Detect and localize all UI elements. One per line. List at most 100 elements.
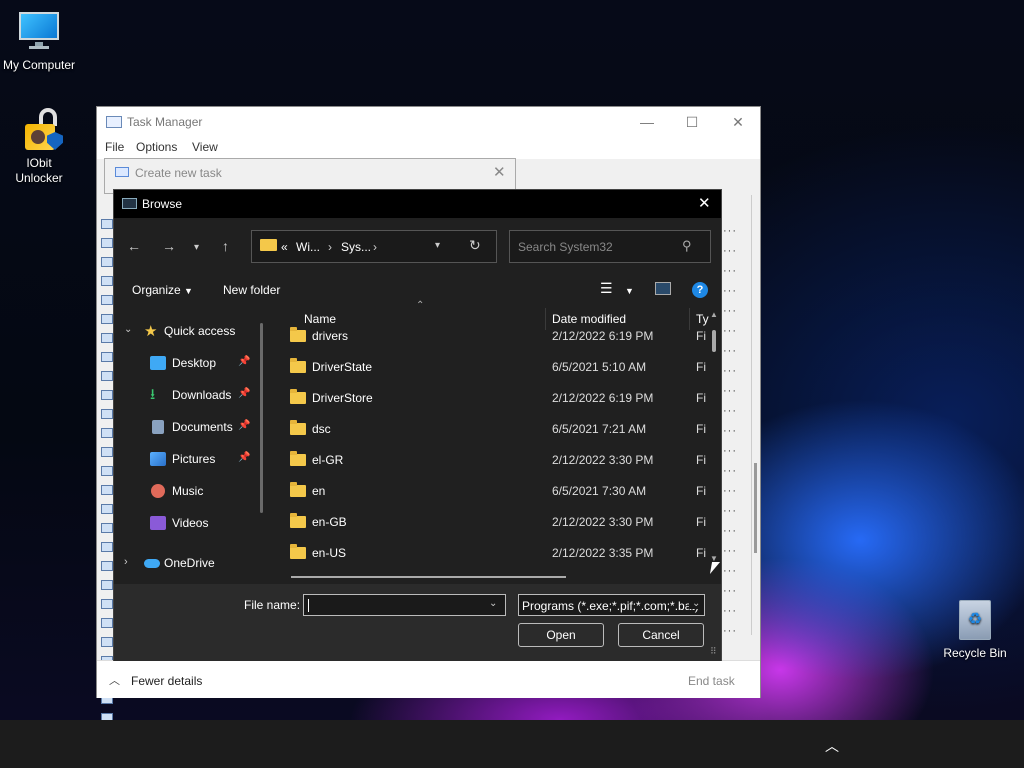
file-name: dsc <box>312 422 331 436</box>
file-row[interactable]: DriverState 6/5/2021 5:10 AM Fi <box>280 358 706 379</box>
file-date: 2/12/2022 6:19 PM <box>552 391 654 405</box>
file-date: 2/12/2022 3:30 PM <box>552 515 654 529</box>
document-icon <box>152 420 164 434</box>
pin-icon[interactable]: 📌 <box>238 388 250 399</box>
column-header-date-modified[interactable]: Date modified <box>552 312 626 326</box>
file-row[interactable]: drivers 2/12/2022 6:19 PM Fi <box>280 327 706 348</box>
folder-icon <box>290 544 306 559</box>
close-icon[interactable]: ✕ <box>698 194 711 212</box>
view-options-icon[interactable]: ☰ <box>600 280 613 297</box>
close-icon[interactable]: ✕ <box>493 163 506 181</box>
file-date: 6/5/2021 7:30 AM <box>552 484 647 498</box>
organize-button[interactable]: Organize ▼ <box>132 283 193 297</box>
help-icon[interactable]: ? <box>692 282 708 298</box>
file-row[interactable]: dsc 6/5/2021 7:21 AM Fi <box>280 420 706 441</box>
star-icon: ★ <box>144 323 158 340</box>
file-type: Fi <box>696 391 706 405</box>
file-list: ⌃ Name Date modified Ty drivers 2/12/202… <box>280 300 718 584</box>
taskbar: ︿ <box>0 720 1024 768</box>
fewer-details-button[interactable]: Fewer details <box>131 674 202 688</box>
file-name: DriverState <box>312 360 373 374</box>
task-manager-footer: ︿ Fewer details End task <box>97 660 760 698</box>
chevron-down-icon[interactable]: ⌄ <box>689 598 701 609</box>
chevron-down-icon[interactable]: ⌄ <box>489 598 497 609</box>
minimize-icon[interactable]: — <box>627 111 667 133</box>
column-divider[interactable] <box>689 308 690 330</box>
column-header-name[interactable]: Name <box>304 312 336 326</box>
folder-icon <box>290 482 306 497</box>
task-manager-icon <box>106 116 122 128</box>
breadcrumb-system32[interactable]: Sys... <box>341 240 371 254</box>
column-divider[interactable] <box>545 308 546 330</box>
scroll-up-arrow-icon[interactable]: ▲ <box>710 310 718 319</box>
end-task-button[interactable]: End task <box>688 674 735 688</box>
folder-icon <box>290 513 306 528</box>
search-box[interactable]: Search System32 ⚲ <box>509 230 711 263</box>
menu-view[interactable]: View <box>192 140 218 154</box>
address-bar[interactable]: « Wi... › Sys... › ▾ ↻ <box>251 230 497 263</box>
breadcrumb-overflow[interactable]: « <box>281 240 288 254</box>
desktop-icon-my-computer[interactable]: My Computer <box>0 10 79 73</box>
file-row[interactable]: el-GR 2/12/2022 3:30 PM Fi <box>280 451 706 472</box>
menu-options[interactable]: Options <box>136 140 177 154</box>
file-type: Fi <box>696 329 706 343</box>
desktop-icon-recycle-bin[interactable]: ♻ Recycle Bin <box>935 598 1015 661</box>
window-title: Task Manager <box>127 115 203 129</box>
tree-item-label: Quick access <box>164 324 236 338</box>
pin-icon[interactable]: 📌 <box>238 356 250 367</box>
file-list-scrollbar-thumb[interactable] <box>712 330 716 352</box>
up-arrow-icon[interactable]: ↑ <box>222 238 229 254</box>
folder-icon <box>290 420 306 435</box>
desktop-icon <box>150 356 166 370</box>
tree-item-label: OneDrive <box>164 556 215 570</box>
forward-arrow-icon[interactable]: → <box>162 238 176 254</box>
search-icon[interactable]: ⚲ <box>682 238 692 254</box>
pin-icon[interactable]: 📌 <box>238 452 250 463</box>
open-button[interactable]: Open <box>518 623 604 647</box>
file-row[interactable]: en-US 2/12/2022 3:35 PM Fi <box>280 544 706 565</box>
file-name: en-GB <box>312 515 347 529</box>
scrollbar[interactable] <box>751 195 759 635</box>
file-row[interactable]: en-GB 2/12/2022 3:30 PM Fi <box>280 513 706 534</box>
file-name: en <box>312 484 326 498</box>
file-row[interactable]: en 6/5/2021 7:30 AM Fi <box>280 482 706 503</box>
resize-grip-icon[interactable]: ⠿ <box>710 646 717 657</box>
file-name-field[interactable]: ⌄ <box>303 594 506 616</box>
chevron-right-icon[interactable]: › <box>124 556 128 568</box>
close-icon[interactable]: ✕ <box>718 111 758 133</box>
chevron-down-icon[interactable]: ▾ <box>435 240 440 251</box>
refresh-icon[interactable]: ↻ <box>469 237 481 254</box>
chevron-down-icon[interactable]: ⌄ <box>124 324 132 335</box>
back-arrow-icon[interactable]: ← <box>127 238 141 254</box>
navigation-scrollbar[interactable] <box>260 323 263 513</box>
file-type-select[interactable]: Programs (*.exe;*.pif;*.com;*.bat) ⌄ <box>518 594 705 616</box>
menu-file[interactable]: File <box>105 140 124 154</box>
maximize-icon[interactable]: ☐ <box>672 111 712 133</box>
show-hidden-icons-chevron-icon[interactable]: ︿ <box>822 736 842 754</box>
chevron-down-icon: ▼ <box>184 286 193 296</box>
pin-icon[interactable]: 📌 <box>238 420 250 431</box>
horizontal-scrollbar[interactable] <box>291 576 566 578</box>
column-header-type[interactable]: Ty <box>696 312 709 326</box>
file-name-label: File name: <box>244 598 301 612</box>
cancel-button[interactable]: Cancel <box>618 623 704 647</box>
desktop-icon-iobit-unlocker[interactable]: IObit Unlocker <box>0 108 79 186</box>
tree-item-label: Pictures <box>172 452 216 466</box>
monitor-icon <box>17 10 61 54</box>
file-type: Fi <box>696 484 706 498</box>
chevron-up-icon[interactable]: ︿ <box>109 672 120 688</box>
new-folder-button[interactable]: New folder <box>223 283 280 297</box>
recent-locations-chevron-icon[interactable]: ▾ <box>194 242 199 253</box>
preview-pane-icon[interactable] <box>655 282 671 295</box>
file-type-value: Programs (*.exe;*.pif;*.com;*.bat) <box>522 599 699 613</box>
chevron-down-icon[interactable]: ▼ <box>625 286 634 296</box>
folder-icon <box>290 358 306 373</box>
file-name: el-GR <box>312 453 344 467</box>
breadcrumb-windows[interactable]: Wi... <box>296 240 320 254</box>
search-input[interactable]: Search System32 <box>518 240 613 254</box>
download-icon: ⭳ <box>150 386 156 403</box>
menu-bar: File Options View <box>97 137 760 159</box>
dialog-title: Create new task <box>135 166 222 180</box>
file-type: Fi <box>696 360 706 374</box>
file-row[interactable]: DriverStore 2/12/2022 6:19 PM Fi <box>280 389 706 410</box>
